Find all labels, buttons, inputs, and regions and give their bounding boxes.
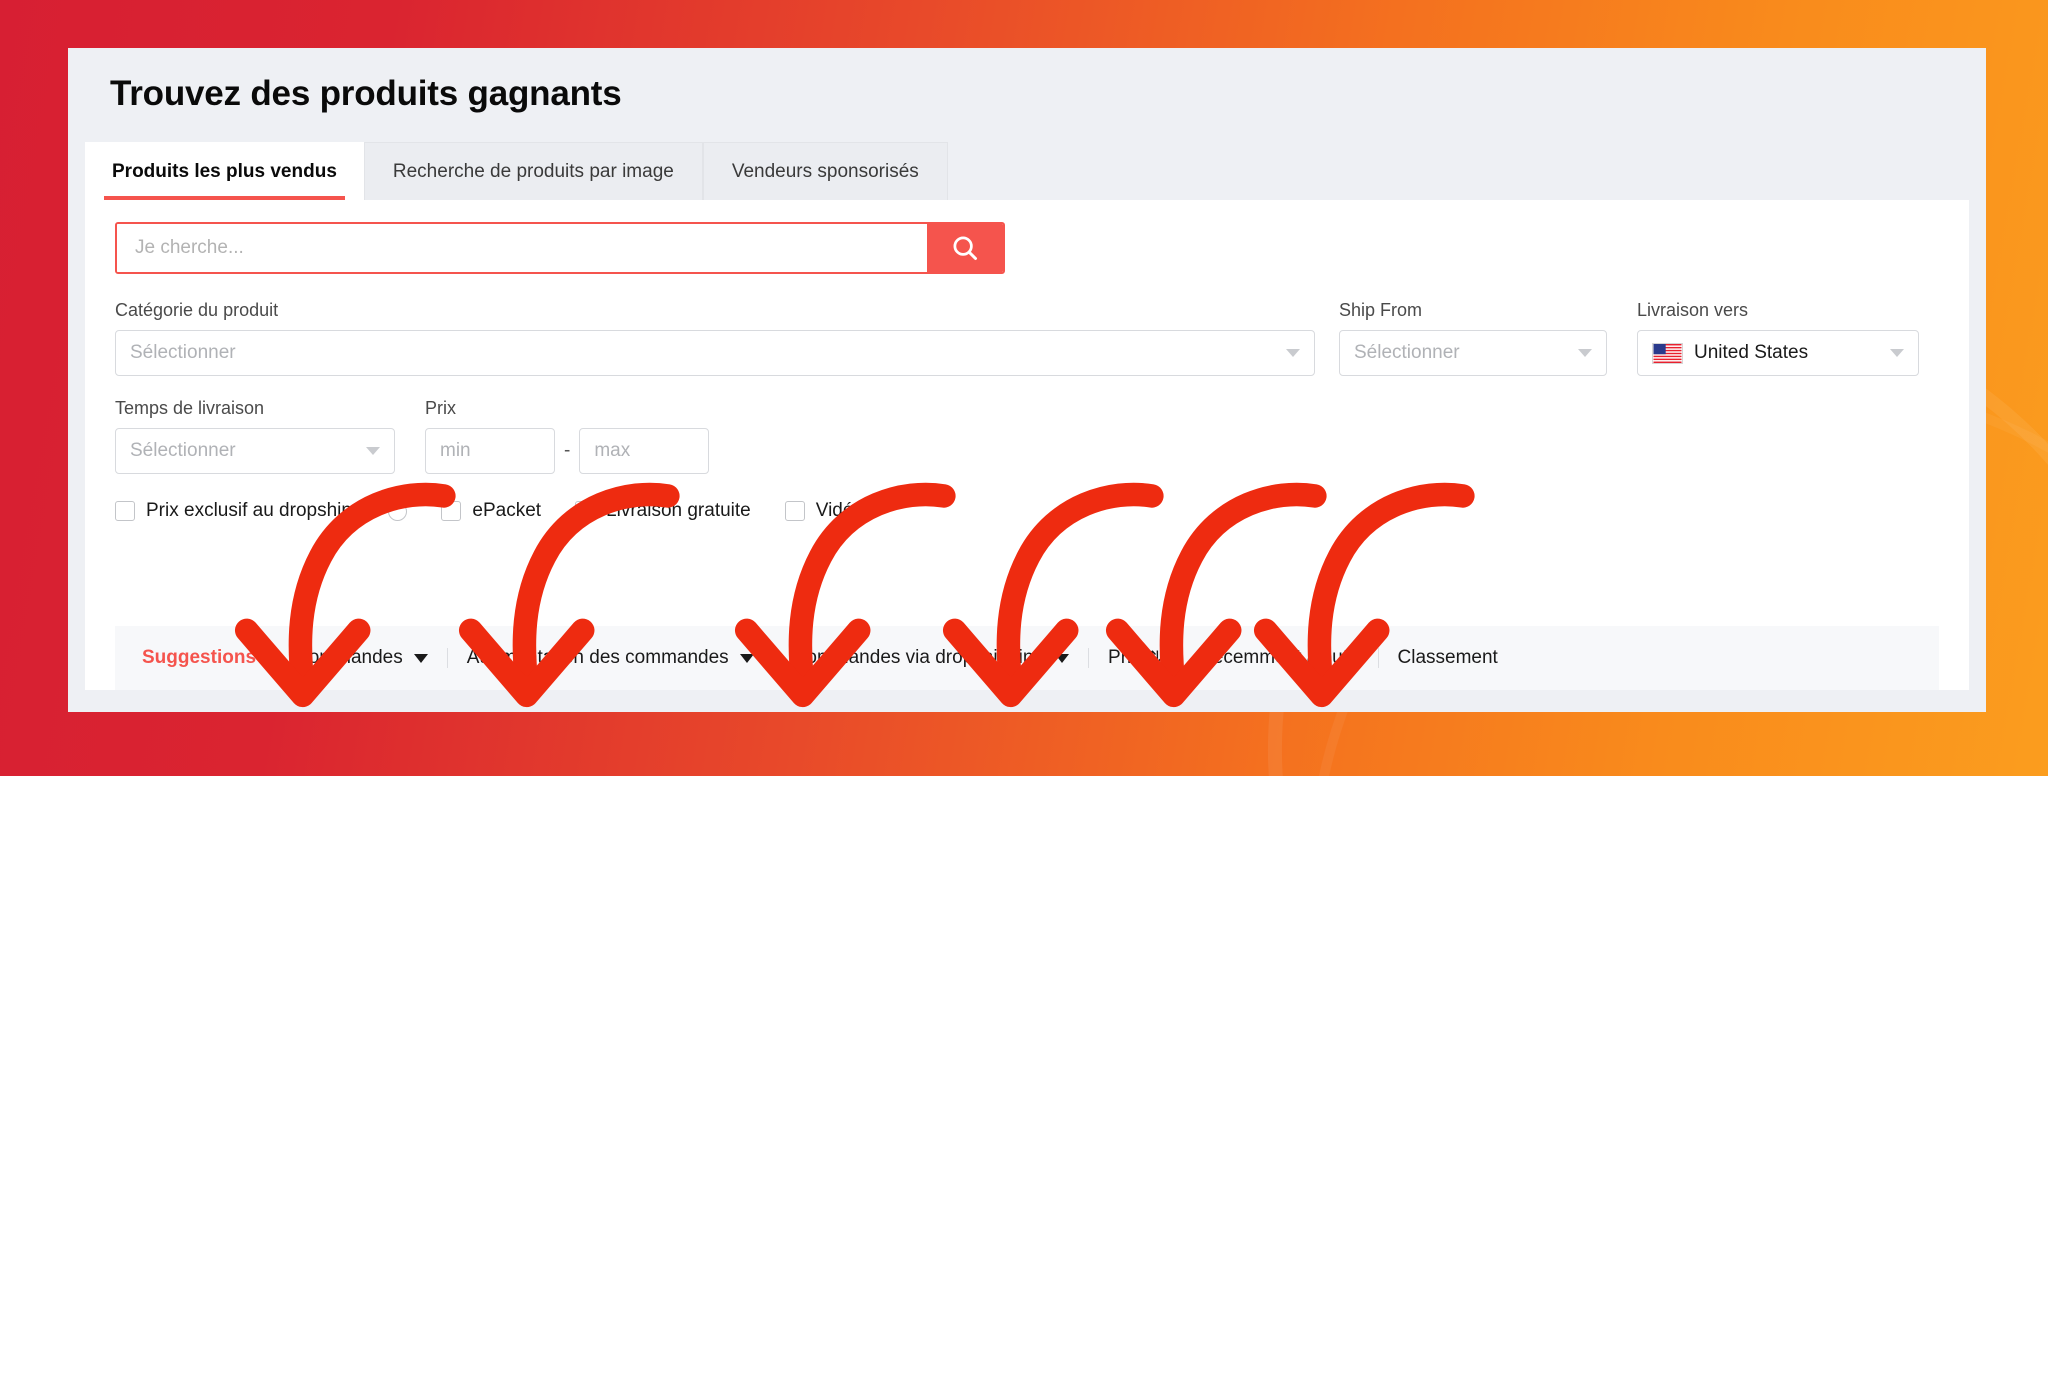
category-select[interactable]: Sélectionner: [115, 330, 1315, 376]
delivery-time-value: Sélectionner: [130, 440, 236, 461]
tab-label: Recherche de produits par image: [392, 160, 674, 182]
tab-image-product-search[interactable]: Recherche de produits par image: [363, 142, 703, 200]
ship-from-value: Sélectionner: [1354, 342, 1460, 363]
sort-item-dropshipping-orders[interactable]: Commandes via dropshipping: [774, 647, 1088, 669]
filter-row-primary: Catégorie du produit Sélectionner Ship F…: [115, 300, 1939, 376]
sort-item-recently-added[interactable]: Récemment ajouté: [1180, 647, 1377, 669]
price-range-separator: -: [564, 440, 571, 461]
sort-item-orders[interactable]: Commandes: [276, 647, 447, 669]
sort-item-suggestions[interactable]: Suggestions: [123, 647, 275, 669]
sort-updown-icon: ⇅: [1147, 648, 1162, 667]
checkbox-label: Vidéo: [815, 500, 865, 521]
search-input[interactable]: [117, 224, 927, 272]
tab-bar: Produits les plus vendus Recherche de pr…: [68, 142, 1986, 200]
info-icon[interactable]: [388, 501, 408, 521]
category-label: Catégorie du produit: [115, 300, 279, 320]
search-button[interactable]: [927, 224, 1003, 272]
ship-from-label: Ship From: [1339, 300, 1423, 320]
sort-label: Suggestions: [142, 647, 257, 668]
tab-sponsored-sellers[interactable]: Vendeurs sponsorisés: [702, 142, 948, 200]
sort-item-price[interactable]: Prix ⇅: [1089, 647, 1179, 669]
search-bar: [115, 222, 1005, 274]
ship-to-value: United States: [1694, 342, 1809, 363]
filter-row-secondary: Temps de livraison Sélectionner Prix -: [115, 398, 1939, 474]
ship-to-label: Livraison vers: [1637, 300, 1749, 320]
checkbox-box-icon[interactable]: [575, 501, 596, 521]
price-min-input[interactable]: [425, 428, 555, 474]
checkbox-label: ePacket: [472, 500, 542, 521]
checkbox-box-icon[interactable]: [441, 501, 462, 521]
sort-item-ranking[interactable]: Classement: [1379, 647, 1517, 669]
sort-label: Classement: [1397, 647, 1498, 668]
chevron-down-icon: [1055, 653, 1070, 663]
checkbox-free-shipping[interactable]: Livraison gratuite: [575, 500, 751, 522]
checkbox-row: Prix exclusif au dropshipper ePacket Liv…: [115, 500, 1939, 522]
chevron-down-icon: [1286, 349, 1300, 357]
us-flag-icon: [1652, 342, 1683, 364]
sort-label: Commandes via dropshipping: [792, 647, 1045, 668]
chevron-down-icon: [1890, 349, 1904, 357]
checkbox-video[interactable]: Vidéo: [784, 500, 865, 522]
checkbox-box-icon[interactable]: [115, 501, 135, 521]
delivery-time-filter-group: Temps de livraison Sélectionner: [115, 398, 395, 474]
delivery-time-select[interactable]: Sélectionner: [115, 428, 395, 474]
checkbox-label: Livraison gratuite: [606, 500, 751, 521]
ship-to-filter-group: Livraison vers United States: [1637, 300, 1919, 376]
checkbox-epacket[interactable]: ePacket: [441, 500, 541, 522]
ship-from-filter-group: Ship From Sélectionner: [1339, 300, 1607, 376]
sort-label: Récemment ajouté: [1199, 647, 1359, 668]
sort-item-order-growth[interactable]: Augmentation des commandes: [448, 647, 773, 669]
search-icon: [953, 236, 977, 260]
page-title: Trouvez des produits gagnants: [110, 74, 622, 113]
tab-label: Vendeurs sponsorisés: [731, 160, 919, 182]
tab-best-selling-products[interactable]: Produits les plus vendus: [85, 142, 364, 200]
filters-panel: Catégorie du produit Sélectionner Ship F…: [85, 200, 1969, 690]
sort-label: Commandes: [295, 647, 403, 668]
ship-to-select[interactable]: United States: [1637, 330, 1919, 376]
category-filter-group: Catégorie du produit Sélectionner: [115, 300, 1315, 376]
sort-bar: Suggestions Commandes Augmentation des c…: [115, 626, 1939, 690]
chevron-down-icon: [739, 653, 754, 663]
chevron-down-icon: [1578, 349, 1592, 357]
tab-label: Produits les plus vendus: [112, 160, 337, 182]
sort-label: Prix: [1108, 647, 1141, 668]
sort-label: Augmentation des commandes: [466, 647, 729, 668]
chevron-down-icon: [366, 447, 380, 455]
product-finder-card: Trouvez des produits gagnants Produits l…: [68, 48, 1986, 712]
price-filter-group: Prix -: [425, 398, 710, 474]
chevron-down-icon: [413, 653, 428, 663]
price-label: Prix: [425, 398, 456, 418]
price-max-input[interactable]: [579, 428, 710, 474]
checkbox-dropshipper-price[interactable]: Prix exclusif au dropshipper: [115, 500, 408, 522]
delivery-time-label: Temps de livraison: [115, 398, 265, 418]
ship-from-select[interactable]: Sélectionner: [1339, 330, 1607, 376]
category-value: Sélectionner: [130, 342, 236, 363]
checkbox-label: Prix exclusif au dropshipper: [146, 500, 380, 521]
checkbox-box-icon[interactable]: [784, 501, 805, 521]
price-range-inputs: -: [425, 428, 710, 474]
